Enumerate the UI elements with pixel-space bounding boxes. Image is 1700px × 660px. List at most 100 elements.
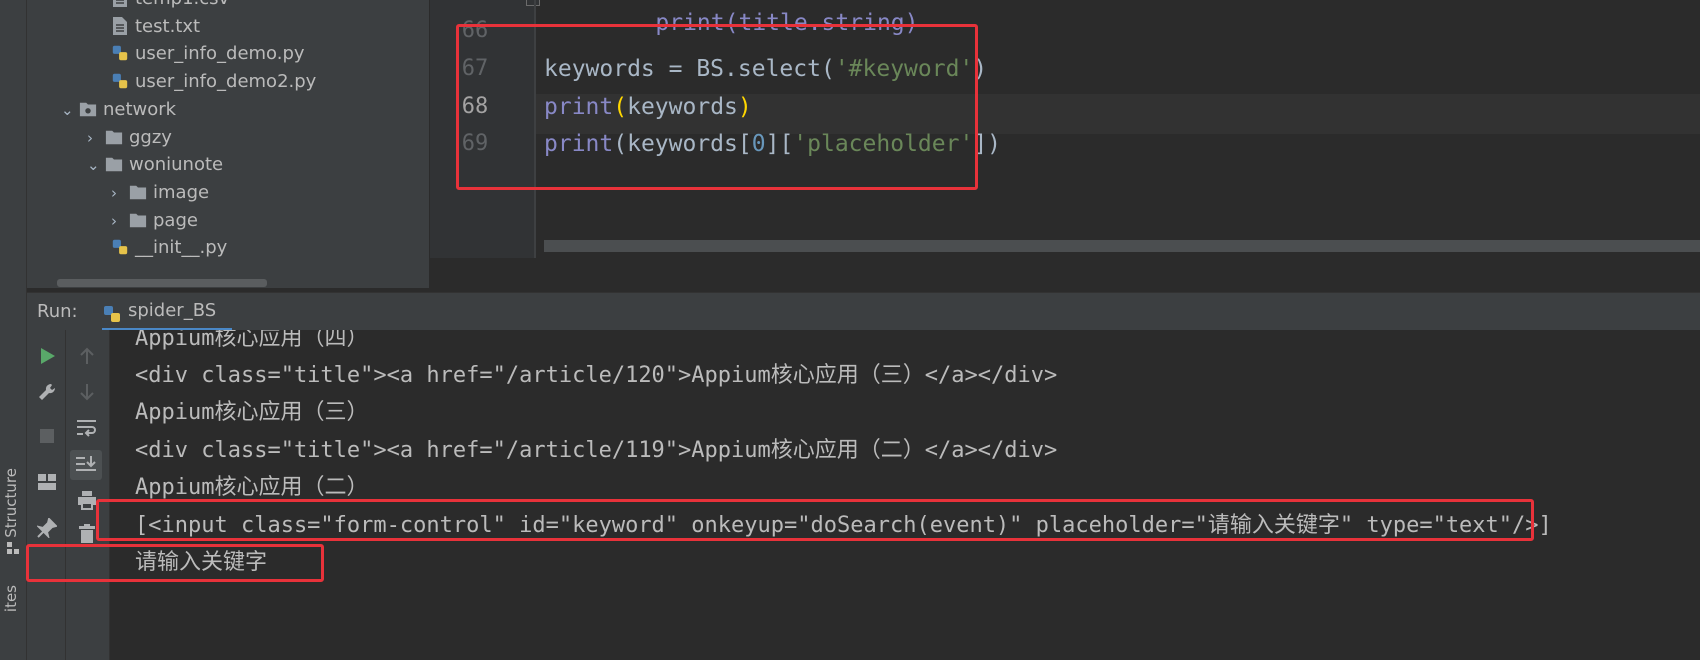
- favorites-tab[interactable]: ites: [2, 585, 20, 612]
- chevron-right-icon[interactable]: ›: [87, 123, 105, 153]
- structure-tab[interactable]: Structure: [2, 468, 20, 538]
- console-line-placeholder: 请输入关键字: [135, 550, 268, 575]
- python-file-icon: [111, 237, 135, 258]
- console-line: Appium核心应用（二）: [135, 475, 369, 500]
- clear-all-button[interactable]: [75, 522, 99, 546]
- scroll-to-end-icon: [76, 456, 96, 471]
- code-builtin: print: [544, 131, 614, 157]
- code-text: print(title.string): [655, 10, 919, 36]
- tree-item[interactable]: › page: [111, 206, 198, 236]
- code-variable: keywords: [544, 56, 655, 82]
- folder-icon: [105, 127, 129, 148]
- code-text: ][: [765, 131, 794, 157]
- code-text: (keywords[: [613, 131, 752, 157]
- layout-icon: [38, 474, 56, 490]
- soft-wrap-icon: [77, 420, 96, 437]
- soft-wrap-button[interactable]: [75, 416, 99, 440]
- chevron-right-icon[interactable]: ›: [111, 206, 129, 236]
- line-number: 67: [461, 56, 489, 81]
- tree-item-label: temp1.csv: [135, 0, 229, 9]
- chevron-down-icon[interactable]: ⌄: [61, 95, 79, 125]
- run-tab-label: spider_BS: [128, 300, 217, 321]
- csv-file-icon: [111, 0, 135, 9]
- tree-item[interactable]: ⌄ woniunote: [87, 150, 223, 180]
- console-output[interactable]: … Appium核心应用（四） <div class="title"><a hr…: [110, 330, 1700, 660]
- package-icon: [79, 99, 103, 120]
- tree-item-label: woniunote: [129, 154, 224, 176]
- trash-icon: [79, 524, 95, 543]
- code-paren-matched: ): [737, 94, 752, 120]
- pin-tab-button[interactable]: [35, 516, 59, 540]
- python-file-icon: [111, 43, 135, 64]
- line-number: 69: [461, 131, 489, 156]
- tree-item[interactable]: __init__.py: [111, 233, 227, 263]
- code-number: 0: [751, 131, 766, 157]
- folder-icon: [129, 182, 153, 203]
- tree-item-label: image: [153, 181, 210, 203]
- run-label: Run:: [37, 301, 78, 322]
- tree-horizontal-scrollbar[interactable]: [57, 279, 267, 287]
- tree-item[interactable]: user_info_demo.py: [111, 39, 305, 69]
- settings-button[interactable]: [35, 380, 59, 404]
- tree-item-label: user_info_demo2.py: [135, 71, 317, 93]
- tree-item[interactable]: › image: [111, 178, 209, 208]
- tree-item-label: user_info_demo.py: [135, 43, 305, 65]
- text-file-icon: [111, 16, 135, 37]
- code-call: BS.select(: [696, 56, 835, 82]
- run-toolbar-secondary: [66, 330, 110, 660]
- console-line-input-tag: [<input class="form-control" id="keyword…: [135, 513, 1552, 538]
- code-operator: =: [654, 56, 697, 82]
- fold-marker-icon[interactable]: [526, 0, 540, 6]
- editor-gutter: 66 67 68 69: [430, 0, 534, 258]
- chevron-down-icon[interactable]: ⌄: [87, 150, 105, 180]
- code-line-68: print(keywords): [544, 94, 752, 120]
- scroll-up-button[interactable]: [75, 344, 99, 368]
- code-editor[interactable]: 66 67 68 69 print(title.string) keywords…: [430, 0, 1700, 258]
- arrow-up-icon: [80, 347, 94, 364]
- stop-icon: [40, 429, 54, 443]
- print-icon: [78, 491, 96, 510]
- tree-item[interactable]: ⌄ network: [61, 95, 176, 125]
- folder-icon: [129, 210, 153, 231]
- wrench-icon: [39, 383, 56, 400]
- gutter-divider: [534, 0, 536, 258]
- tree-item[interactable]: test.txt: [111, 12, 200, 42]
- code-paren-matched: (: [613, 94, 628, 120]
- code-line-partial: print(title.string): [600, 0, 919, 62]
- play-icon: [41, 348, 55, 364]
- pin-icon: [37, 518, 57, 538]
- layout-button[interactable]: [35, 470, 59, 494]
- tree-item-label: page: [153, 209, 198, 231]
- code-builtin: print: [544, 94, 614, 120]
- stop-button[interactable]: [35, 424, 59, 448]
- console-line: Appium核心应用（四）: [135, 330, 369, 351]
- line-number: 66: [461, 18, 489, 43]
- tree-item-label: test.txt: [135, 15, 201, 37]
- code-line-69: print(keywords[0]['placeholder']): [544, 131, 1001, 157]
- favorites-tab-label: ites: [2, 585, 20, 613]
- tree-item[interactable]: user_info_demo2.py: [111, 67, 316, 97]
- console-line: Appium核心应用（三）: [135, 400, 369, 425]
- editor-horizontal-scrollbar[interactable]: [544, 240, 1700, 252]
- structure-icon: [6, 540, 20, 559]
- print-button[interactable]: [75, 488, 99, 512]
- run-panel-header: Run: spider_BS: [27, 292, 1700, 331]
- tree-item[interactable]: › ggzy: [87, 123, 172, 153]
- tree-item-label: __init__.py: [135, 237, 228, 259]
- scroll-to-end-button[interactable]: [70, 450, 102, 480]
- scroll-down-button[interactable]: [75, 380, 99, 404]
- folder-icon: [105, 154, 129, 175]
- code-variable: keywords: [627, 94, 738, 120]
- chevron-right-icon[interactable]: ›: [111, 178, 129, 208]
- line-number-current: 68: [461, 94, 489, 119]
- left-tool-strip: Structure ites: [0, 0, 27, 660]
- rerun-button[interactable]: [35, 344, 59, 368]
- code-text: ]): [973, 131, 1002, 157]
- console-line: <div class="title"><a href="/article/119…: [135, 438, 1058, 463]
- python-file-icon: [111, 71, 135, 92]
- run-tab-spider-bs[interactable]: spider_BS: [102, 293, 233, 331]
- code-line-67: keywords = BS.select('#keyword'): [544, 56, 987, 82]
- code-string: 'placeholder': [793, 131, 974, 157]
- tree-item-label: ggzy: [129, 126, 172, 148]
- code-string: '#keyword': [834, 56, 974, 82]
